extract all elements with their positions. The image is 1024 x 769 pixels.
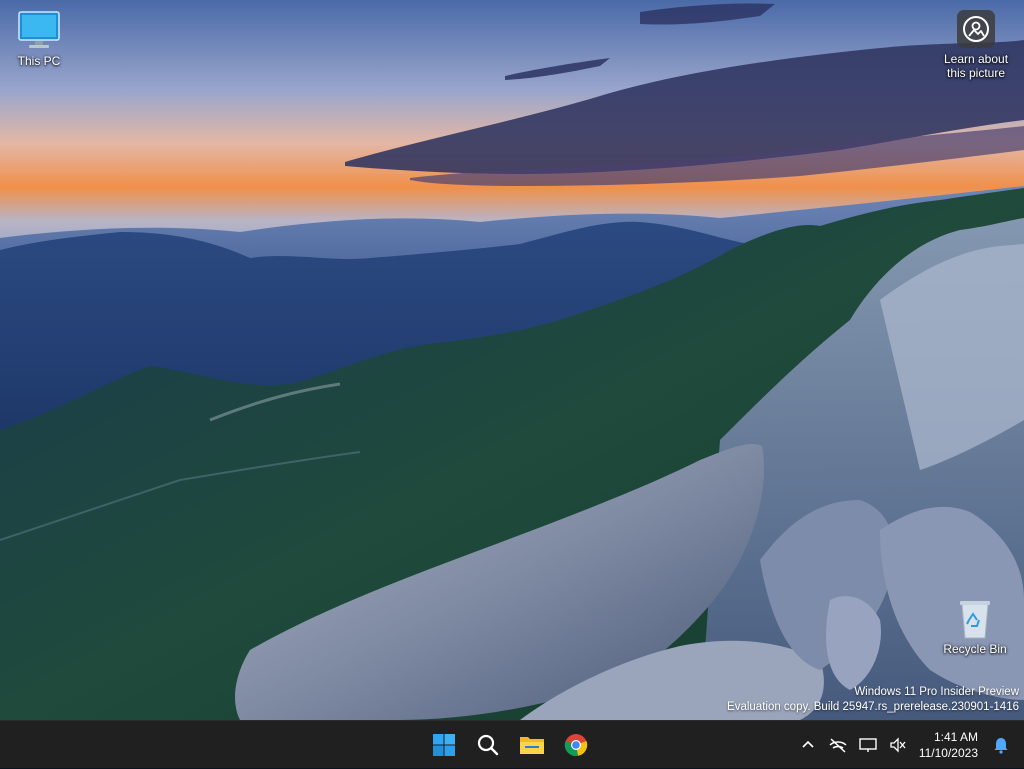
watermark-line-1: Windows 11 Pro Insider Preview — [854, 686, 1019, 698]
display-icon — [859, 738, 877, 752]
desktop-icon-this-pc[interactable]: This PC — [4, 8, 74, 68]
windows-watermark: Windows 11 Pro Insider Preview Evaluatio… — [727, 685, 1019, 715]
start-button[interactable] — [424, 725, 464, 765]
chrome-icon — [564, 734, 588, 757]
watermark-line-2: Evaluation copy. Build 25947.rs_prerelea… — [727, 701, 1019, 713]
volume-button[interactable] — [883, 725, 913, 765]
this-pc-label: This PC — [17, 54, 61, 68]
network-status-button[interactable] — [823, 725, 853, 765]
volume-muted-icon — [890, 737, 906, 753]
learn-picture-label: Learn about this picture — [943, 52, 1009, 80]
monitor-icon — [18, 11, 60, 48]
clock-time: 1:41 AM — [933, 730, 978, 744]
clock-date: 11/10/2023 — [918, 746, 978, 760]
search-button[interactable] — [468, 725, 508, 765]
show-hidden-icons-button[interactable] — [793, 725, 823, 765]
file-explorer-button[interactable] — [512, 725, 552, 765]
search-icon — [477, 734, 499, 756]
notification-bell-icon — [994, 738, 1008, 754]
display-button[interactable] — [853, 725, 883, 765]
learn-picture-button[interactable] — [957, 10, 995, 48]
wallpaper — [0, 0, 1024, 720]
learn-about-picture[interactable]: Learn about this picture — [936, 10, 1016, 80]
taskbar-apps — [424, 721, 596, 769]
windows-start-icon — [433, 734, 455, 756]
system-tray: 1:41 AM 11/10/2023 — [793, 721, 1016, 769]
recycle-bin-icon — [960, 601, 990, 639]
desktop-icon-recycle-bin[interactable]: Recycle Bin — [940, 596, 1010, 656]
desktop[interactable]: This PC Learn about this picture Recycle… — [0, 0, 1024, 720]
taskbar: 1:41 AM 11/10/2023 — [0, 720, 1024, 768]
chrome-button[interactable] — [556, 725, 596, 765]
network-off-icon — [829, 738, 847, 753]
clock[interactable]: 1:41 AM 11/10/2023 — [913, 729, 986, 761]
chevron-up-icon — [802, 740, 814, 748]
notifications-button[interactable] — [986, 725, 1016, 765]
folder-icon — [520, 737, 544, 754]
recycle-bin-label: Recycle Bin — [943, 642, 1007, 656]
camera-circle-icon — [963, 16, 989, 42]
